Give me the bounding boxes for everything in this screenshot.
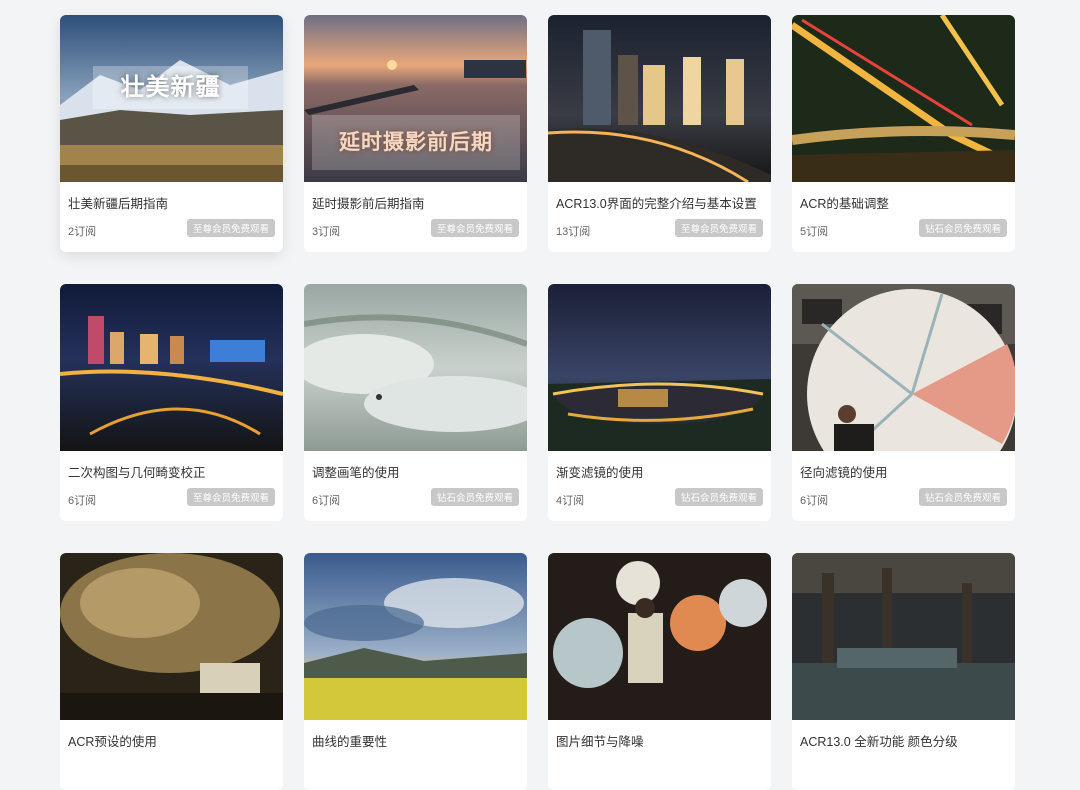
course-thumbnail[interactable] [792,15,1015,182]
course-thumbnail[interactable]: 延时摄影前后期 [304,15,527,182]
membership-badge: 至尊会员免费观看 [430,219,519,237]
course-card[interactable]: ACR13.0 全新功能 颜色分级 [792,553,1015,790]
subscription-count: 13订阅 [556,226,591,238]
course-card[interactable]: 径向滤镜的使用 6订阅 钻石会员免费观看 [792,284,1015,521]
thumbnail-overlay-text: 延时摄影前后期 [312,115,520,170]
course-thumbnail[interactable] [304,284,527,451]
membership-badge: 钻石会员免费观看 [918,488,1007,506]
course-card[interactable]: 图片细节与降噪 [548,553,771,790]
course-thumbnail[interactable] [60,284,283,451]
course-grid: 壮美新疆 壮美新疆后期指南 2订阅 至尊会员免费观看 延时摄影前后期 延时摄影前… [0,0,1080,790]
course-title[interactable]: ACR的基础调整 [800,193,1009,212]
course-thumbnail[interactable] [304,553,527,720]
subscription-count: 5订阅 [800,226,829,238]
membership-badge: 钻石会员免费观看 [430,488,519,506]
course-title[interactable]: 二次构图与几何畸变校正 [68,462,277,481]
membership-badge: 钻石会员免费观看 [674,488,763,506]
course-thumbnail[interactable] [792,553,1015,720]
course-thumbnail[interactable]: 壮美新疆 [60,15,283,182]
course-title[interactable]: 壮美新疆后期指南 [68,193,277,212]
course-card[interactable]: 二次构图与几何畸变校正 6订阅 至尊会员免费观看 [60,284,283,521]
subscription-count: 6订阅 [68,495,97,507]
course-title[interactable]: 图片细节与降噪 [556,731,765,750]
course-thumbnail[interactable] [548,553,771,720]
course-thumbnail[interactable] [548,284,771,451]
course-card[interactable]: 壮美新疆 壮美新疆后期指南 2订阅 至尊会员免费观看 [60,15,283,252]
course-title[interactable]: ACR13.0 全新功能 颜色分级 [800,731,1009,750]
course-card[interactable]: ACR预设的使用 [60,553,283,790]
course-title[interactable]: 曲线的重要性 [312,731,521,750]
course-thumbnail[interactable] [792,284,1015,451]
course-card[interactable]: 调整画笔的使用 6订阅 钻石会员免费观看 [304,284,527,521]
course-card[interactable]: 延时摄影前后期 延时摄影前后期指南 3订阅 至尊会员免费观看 [304,15,527,252]
course-title[interactable]: ACR预设的使用 [68,731,277,750]
course-card[interactable]: 曲线的重要性 [304,553,527,790]
course-title[interactable]: ACR13.0界面的完整介绍与基本设置 [556,193,765,212]
membership-badge: 至尊会员免费观看 [186,219,275,237]
course-title[interactable]: 径向滤镜的使用 [800,462,1009,481]
course-thumbnail[interactable] [60,553,283,720]
thumbnail-overlay-text: 壮美新疆 [93,66,248,109]
subscription-count: 6订阅 [800,495,829,507]
course-card[interactable]: ACR13.0界面的完整介绍与基本设置 13订阅 至尊会员免费观看 [548,15,771,252]
subscription-count: 3订阅 [312,226,341,238]
membership-badge: 钻石会员免费观看 [918,219,1007,237]
subscription-count: 4订阅 [556,495,585,507]
membership-badge: 至尊会员免费观看 [186,488,275,506]
course-title[interactable]: 延时摄影前后期指南 [312,193,521,212]
course-thumbnail[interactable] [548,15,771,182]
course-title[interactable]: 渐变滤镜的使用 [556,462,765,481]
course-card[interactable]: ACR的基础调整 5订阅 钻石会员免费观看 [792,15,1015,252]
subscription-count: 2订阅 [68,226,97,238]
membership-badge: 至尊会员免费观看 [674,219,763,237]
course-card[interactable]: 渐变滤镜的使用 4订阅 钻石会员免费观看 [548,284,771,521]
subscription-count: 6订阅 [312,495,341,507]
course-title[interactable]: 调整画笔的使用 [312,462,521,481]
